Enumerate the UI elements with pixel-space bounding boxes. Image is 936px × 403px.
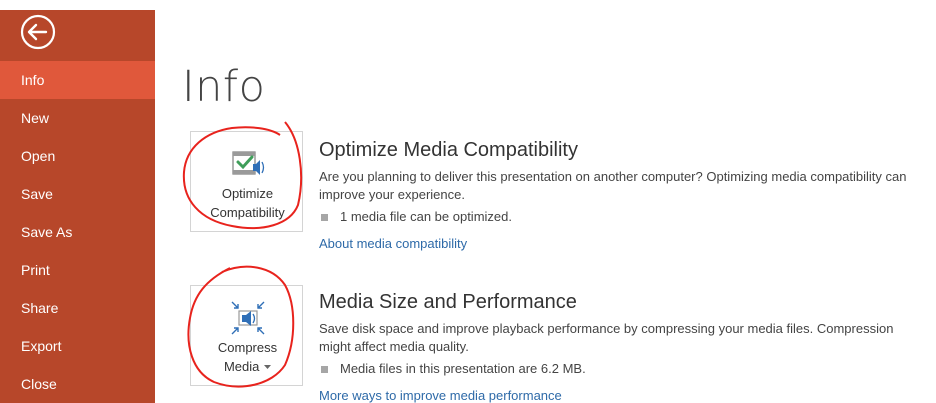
compress-heading: Media Size and Performance (319, 291, 577, 313)
nav-item-close[interactable]: Close (0, 365, 155, 403)
optimize-label-line2: Compatibility (210, 205, 285, 220)
film-checkmark-speaker-icon (232, 151, 265, 175)
nav-item-save[interactable]: Save (0, 175, 155, 213)
optimize-compatibility-button[interactable]: Optimize Compatibility (190, 131, 303, 232)
compress-label-text: Media (223, 359, 260, 374)
compress-description: Save disk space and improve playback per… (319, 321, 894, 354)
optimize-section: Optimize Media Compatibility Are you pla… (319, 139, 919, 251)
nav-item-save-as[interactable]: Save As (0, 213, 155, 251)
bullet-square-icon (321, 213, 328, 221)
page-title: Info (182, 62, 266, 112)
more-ways-media-performance-link[interactable]: More ways to improve media performance (319, 388, 919, 403)
nav-item-info[interactable]: Info (0, 61, 155, 99)
compress-label-line1: Compress (217, 340, 278, 355)
nav-item-open[interactable]: Open (0, 137, 155, 175)
optimize-description: Are you planning to deliver this present… (319, 169, 907, 202)
speaker-compress-arrows-icon (231, 301, 265, 335)
about-media-compatibility-link[interactable]: About media compatibility (319, 236, 919, 251)
compress-media-button[interactable]: Compress Media (190, 285, 303, 386)
optimize-bullet-text: 1 media file can be optimized. (340, 209, 512, 224)
info-pane: Info Optimize Compatibility Optimize Med… (155, 0, 936, 403)
optimize-label-line1: Optimize (221, 186, 274, 201)
compress-section: Media Size and Performance Save disk spa… (319, 291, 919, 403)
arrow-left-circle-icon (20, 14, 56, 50)
backstage-nav: Info New Open Save Save As Print Share E… (0, 61, 155, 403)
nav-item-share[interactable]: Share (0, 289, 155, 327)
nav-item-new[interactable]: New (0, 99, 155, 137)
optimize-bullet: 1 media file can be optimized. (319, 208, 919, 226)
nav-item-export[interactable]: Export (0, 327, 155, 365)
compress-bullet: Media files in this presentation are 6.2… (319, 360, 919, 378)
bullet-square-icon (321, 365, 328, 373)
back-button[interactable] (18, 12, 58, 52)
dropdown-caret-icon (264, 365, 272, 370)
backstage-sidebar: Info New Open Save Save As Print Share E… (0, 10, 155, 403)
compress-bullet-text: Media files in this presentation are 6.2… (340, 361, 586, 376)
optimize-heading: Optimize Media Compatibility (319, 139, 578, 161)
compress-label-line2: Media (191, 358, 304, 376)
nav-item-print[interactable]: Print (0, 251, 155, 289)
